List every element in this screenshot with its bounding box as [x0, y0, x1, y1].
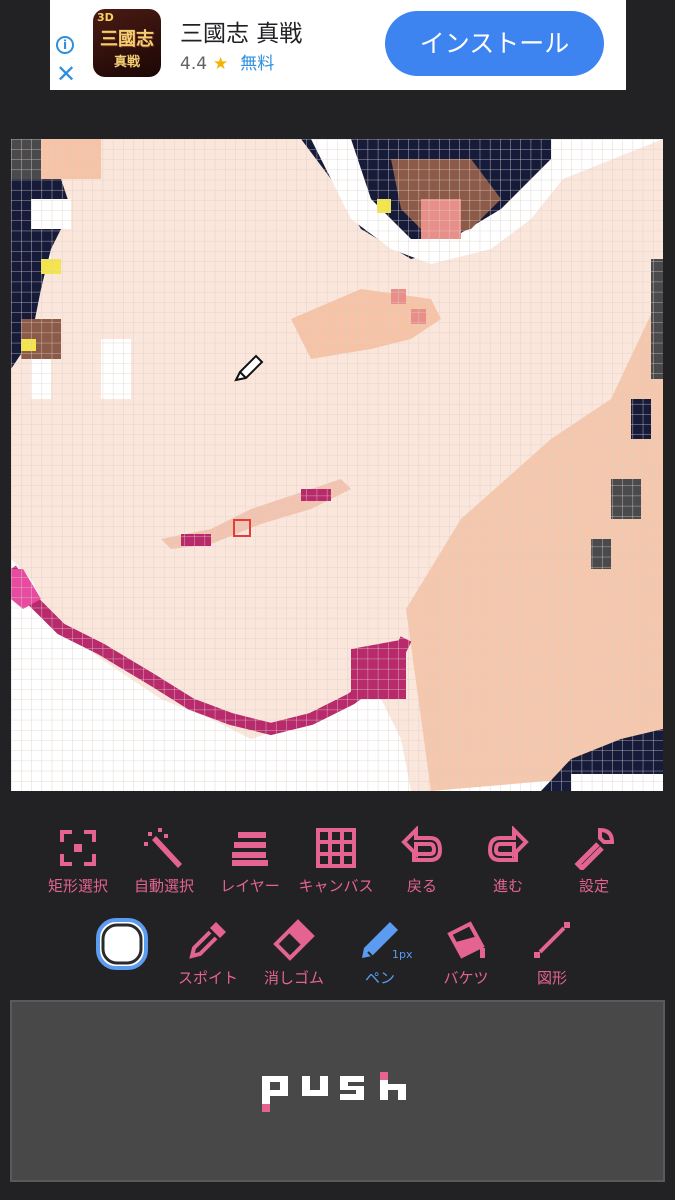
tool-label: バケツ [443, 969, 489, 987]
pen-size-badge: 1px [392, 948, 413, 961]
tool-undo[interactable]: 戻る [377, 820, 467, 905]
tool-auto-select[interactable]: 自動選択 [119, 820, 209, 905]
eraser-icon [273, 919, 315, 961]
tool-eraser[interactable]: 消しゴム [249, 912, 339, 997]
tool-label: 消しゴム [263, 969, 324, 987]
color-swatch-icon [96, 918, 148, 970]
line-shape-icon [534, 922, 570, 958]
layers-icon [232, 832, 268, 866]
close-icon[interactable]: ✕ [56, 62, 76, 86]
ad-app-name[interactable]: 三國志 真戦 [180, 14, 302, 48]
ad-app-icon[interactable]: 3D 三國志 真戦 [93, 9, 161, 77]
tool-label: 自動選択 [133, 877, 194, 895]
star-icon: ★ [213, 54, 229, 74]
tool-bucket[interactable]: バケツ [421, 912, 511, 997]
tool-redo[interactable]: 進む [463, 820, 553, 905]
tool-label: ペン [364, 969, 395, 987]
tool-label: 進む [492, 877, 523, 895]
current-color-swatch[interactable] [77, 912, 167, 997]
pixel-art[interactable] [11, 139, 663, 791]
bucket-icon [447, 921, 485, 959]
push-button[interactable] [10, 1000, 665, 1182]
ad-rating: 4.4 ★ 無料 [180, 49, 274, 74]
tool-label: 設定 [578, 877, 609, 895]
price-label: 無料 [240, 54, 275, 74]
eyedropper-icon [189, 922, 226, 959]
tool-label: キャンバス [298, 877, 374, 895]
tool-rect-select[interactable]: 矩形選択 [33, 820, 123, 905]
tool-label: レイヤー [220, 877, 280, 895]
rect-select-icon [60, 830, 96, 866]
redo-icon [487, 826, 529, 862]
rating-value: 4.4 [180, 54, 208, 74]
tool-label: 矩形選択 [47, 877, 108, 895]
info-icon[interactable]: i [56, 36, 74, 54]
tool-canvas[interactable]: キャンバス [291, 820, 381, 905]
tool-settings[interactable]: 設定 [549, 820, 639, 905]
ad-banner[interactable]: i ✕ 3D 三國志 真戦 三國志 真戦 4.4 ★ 無料 インストール [50, 0, 626, 90]
tool-shape[interactable]: 図形 [507, 912, 597, 997]
pen-cursor-icon [234, 354, 264, 382]
grid-icon [316, 828, 356, 868]
undo-icon [401, 826, 443, 862]
tool-label: 戻る [406, 877, 437, 895]
tool-eyedropper[interactable]: スポイト [163, 912, 253, 997]
tool-label: 図形 [536, 969, 567, 987]
magic-wand-icon [144, 828, 182, 868]
tool-label: スポイト [177, 969, 238, 987]
wrench-icon [574, 827, 615, 870]
tool-pen[interactable]: 1px ペン [335, 912, 425, 997]
tool-layers[interactable]: レイヤー [205, 820, 295, 905]
pixel-cursor [233, 519, 251, 537]
push-logo [262, 1072, 406, 1112]
install-button[interactable]: インストール [385, 11, 604, 76]
pixel-canvas[interactable] [11, 139, 663, 791]
